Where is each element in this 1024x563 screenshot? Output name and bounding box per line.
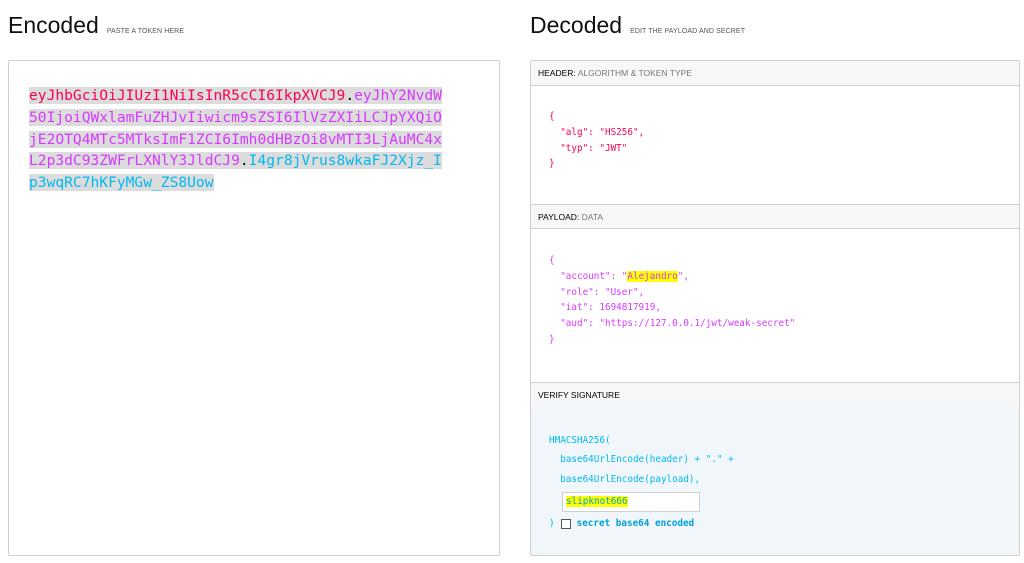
decoded-panel: HEADER: ALGORITHM & TOKEN TYPE { "alg": … xyxy=(530,60,1020,556)
header-alg-line: "alg": "HS256", xyxy=(549,126,645,138)
encoded-title: Encoded PASTE A TOKEN HERE xyxy=(8,12,184,39)
secret-input[interactable]: slipknot666 xyxy=(562,492,700,512)
header-section-sublabel: ALGORITHM & TOKEN TYPE xyxy=(577,68,693,78)
header-section-title: HEADER: ALGORITHM & TOKEN TYPE xyxy=(531,61,1019,86)
verify-hmac-line: HMACSHA256( xyxy=(549,435,611,446)
encoded-token-text[interactable]: eyJhbGciOiJIUzI1NiIsInR5cCI6IkpXVCJ9.eyJ… xyxy=(29,85,449,194)
header-section-label: HEADER: xyxy=(538,68,576,78)
secret-input-value: slipknot666 xyxy=(566,496,628,507)
verify-code: HMACSHA256( base64UrlEncode(header) + ".… xyxy=(549,431,734,489)
token-header-part: eyJhbGciOiJIUzI1NiIsInR5cCI6IkpXVCJ9 xyxy=(29,87,346,104)
payload-aud-line: "aud": "https://127.0.0.1/jwt/weak-secre… xyxy=(549,318,796,330)
encoded-heading: Encoded xyxy=(8,12,99,38)
token-dot-2: . xyxy=(239,152,249,170)
decoded-subtitle: EDIT THE PAYLOAD AND SECRET xyxy=(630,28,746,35)
payload-json-editor[interactable]: { "account": "Alejandro", "role": "User"… xyxy=(549,253,795,348)
payload-role-line: "role": "User", xyxy=(549,286,645,298)
decoded-heading: Decoded xyxy=(530,12,623,38)
secret-base64-label[interactable]: secret base64 encoded xyxy=(577,518,695,529)
verify-payload-line: base64UrlEncode(payload), xyxy=(549,473,701,485)
payload-close-brace: } xyxy=(549,333,555,345)
payload-account-prefix: "account": " xyxy=(549,270,628,282)
header-close-brace: } xyxy=(549,158,555,170)
verify-header-line: base64UrlEncode(header) + "." + xyxy=(549,454,734,466)
verify-close-paren: ) xyxy=(549,518,555,529)
verify-close-row: ) secret base64 encoded xyxy=(549,518,694,529)
payload-section-title: PAYLOAD: DATA xyxy=(531,204,1019,229)
header-typ-line: "typ": "JWT" xyxy=(549,142,628,154)
token-dot-1: . xyxy=(345,87,355,104)
payload-open-brace: { xyxy=(549,255,555,266)
verify-section-title: VERIFY SIGNATURE xyxy=(531,382,1019,407)
verify-section-label: VERIFY SIGNATURE xyxy=(538,390,620,400)
verify-signature-area: HMACSHA256( base64UrlEncode(header) + ".… xyxy=(531,406,1019,555)
header-json-editor[interactable]: { "alg": "HS256", "typ": "JWT" } xyxy=(549,109,644,172)
payload-section-label: PAYLOAD: xyxy=(538,212,580,222)
payload-section-sublabel: DATA xyxy=(581,212,604,222)
payload-account-value: Alejandro xyxy=(627,270,678,282)
encoded-subtitle: PASTE A TOKEN HERE xyxy=(106,28,185,35)
encoded-token-textarea[interactable]: eyJhbGciOiJIUzI1NiIsInR5cCI6IkpXVCJ9.eyJ… xyxy=(8,60,500,556)
payload-iat-line: "iat": 1694817919, xyxy=(549,302,661,314)
decoded-title: Decoded EDIT THE PAYLOAD AND SECRET xyxy=(530,12,745,39)
payload-account-suffix: ", xyxy=(677,270,689,282)
secret-base64-checkbox[interactable] xyxy=(560,518,571,529)
header-open-brace: { xyxy=(549,111,555,122)
